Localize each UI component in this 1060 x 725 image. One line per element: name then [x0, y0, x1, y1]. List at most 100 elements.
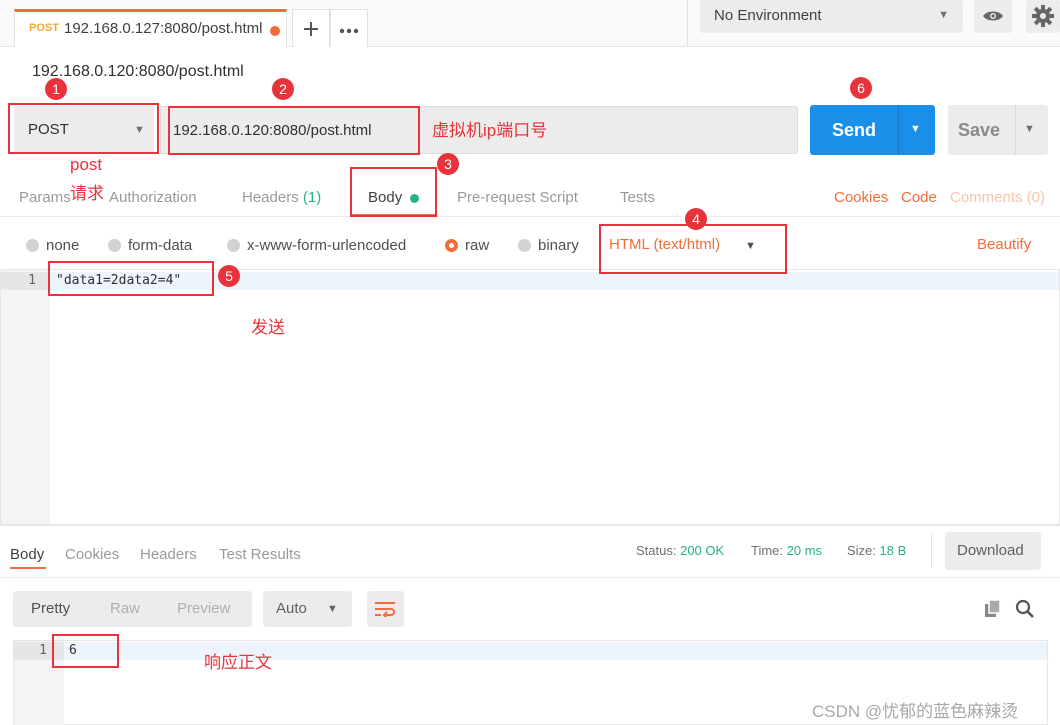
response-tab-headers[interactable]: Headers	[140, 546, 197, 563]
wrap-lines-button[interactable]	[367, 591, 404, 627]
size-readout: Size: 18 B	[847, 543, 906, 558]
annotation-method-note-2: 请求	[70, 184, 104, 203]
status-label: Status:	[636, 543, 677, 558]
environment-value: No Environment	[714, 7, 822, 24]
chevron-down-icon: ▼	[327, 603, 338, 615]
watermark: CSDN @忧郁的蓝色麻辣烫	[812, 702, 1019, 721]
view-raw-button[interactable]: Raw	[110, 600, 140, 617]
radio-urlencoded[interactable]: x-www-form-urlencoded	[227, 237, 406, 254]
send-button[interactable]: Send ▼	[810, 105, 935, 155]
eye-icon	[983, 11, 1003, 21]
annotation-box-content-type	[599, 224, 787, 274]
comments-link[interactable]: Comments (0)	[950, 189, 1045, 206]
line-number-text: 1	[28, 273, 36, 288]
size-value: 18 B	[879, 543, 907, 558]
format-select[interactable]: Auto ▼	[263, 591, 352, 627]
more-tabs-button[interactable]	[330, 9, 368, 47]
tab-tests[interactable]: Tests	[620, 189, 655, 206]
environment-quick-look-button[interactable]	[974, 0, 1012, 33]
annotation-box-body-code	[48, 261, 214, 296]
annotation-send-note: 发送	[251, 318, 285, 337]
download-button[interactable]: Download	[945, 532, 1041, 570]
new-tab-button[interactable]	[292, 9, 330, 47]
radio-none-label: none	[46, 237, 80, 254]
radio-raw-label: raw	[465, 237, 490, 254]
download-label: Download	[957, 542, 1024, 559]
cookies-link[interactable]: Cookies	[834, 189, 888, 206]
header-divider	[687, 0, 688, 46]
time-value: 20 ms	[786, 543, 823, 558]
status-value: 200 OK	[680, 543, 725, 558]
radio-binary-label: binary	[538, 237, 579, 254]
chevron-down-icon[interactable]: ▼	[1024, 123, 1035, 135]
response-line-number-text: 1	[39, 643, 47, 658]
send-label: Send	[832, 120, 877, 140]
annotation-badge-5: 5	[218, 265, 240, 287]
line-number: 1	[1, 272, 50, 290]
annotation-box-body-tab	[350, 167, 437, 217]
annotation-box-response	[52, 634, 119, 668]
radio-form-data-label: form-data	[128, 237, 193, 254]
copy-icon[interactable]	[983, 599, 1003, 619]
wrap-lines-icon	[375, 602, 395, 617]
search-icon[interactable]	[1015, 599, 1035, 619]
response-tab-test-results[interactable]: Test Results	[219, 546, 301, 563]
save-button[interactable]: Save ▼	[948, 105, 1048, 155]
chevron-down-icon[interactable]: ▼	[910, 123, 921, 135]
response-divider	[0, 525, 1060, 526]
time-readout: Time: 20 ms	[751, 543, 822, 558]
response-active-tab-indicator	[10, 567, 46, 569]
response-tab-cookies[interactable]: Cookies	[65, 546, 119, 563]
ellipsis-icon	[339, 28, 359, 34]
annotation-url-note: 虚拟机ip端口号	[432, 121, 548, 140]
annotation-badge-4: 4	[685, 208, 707, 230]
annotation-badge-1: 1	[45, 78, 67, 100]
time-label: Time:	[751, 543, 784, 558]
code-link[interactable]: Code	[901, 189, 937, 206]
annotation-method-note-1: post	[70, 155, 103, 174]
size-label: Size:	[847, 543, 876, 558]
save-separator	[1015, 105, 1016, 155]
tab-prerequest-script[interactable]: Pre-request Script	[457, 189, 578, 206]
chevron-down-icon: ▼	[938, 9, 949, 21]
format-value: Auto	[276, 600, 307, 617]
environment-select[interactable]: No Environment ▼	[700, 0, 963, 33]
radio-urlencoded-label: x-www-form-urlencoded	[247, 237, 407, 254]
response-tab-body[interactable]: Body	[10, 546, 44, 563]
response-tabs-divider	[0, 577, 1060, 578]
send-separator	[898, 105, 899, 155]
view-pretty-button[interactable]: Pretty	[31, 600, 70, 617]
radio-circle-icon	[26, 239, 39, 252]
request-title: 192.168.0.120:8080/post.html	[32, 63, 244, 80]
radio-raw[interactable]: raw	[445, 237, 489, 254]
annotation-response-note: 响应正文	[204, 653, 272, 672]
radio-form-data[interactable]: form-data	[108, 237, 192, 254]
plus-icon	[304, 22, 318, 36]
annotation-box-method	[8, 103, 159, 154]
annotation-badge-2: 2	[272, 78, 294, 100]
editor-gutter	[1, 270, 50, 524]
tab-url: 192.168.0.127:8080/post.html	[64, 20, 263, 37]
annotation-badge-3: 3	[437, 153, 459, 175]
tab-headers-label: Headers	[242, 189, 299, 206]
radio-binary[interactable]: binary	[518, 237, 579, 254]
beautify-link[interactable]: Beautify	[977, 236, 1031, 253]
request-tab[interactable]: POST 192.168.0.127:8080/post.html	[14, 9, 287, 47]
unsaved-dot-icon	[270, 26, 280, 36]
meta-divider	[931, 534, 932, 568]
radio-none[interactable]: none	[26, 237, 79, 254]
radio-selected-icon	[445, 239, 458, 252]
tab-method: POST	[29, 22, 59, 34]
save-label: Save	[958, 120, 1001, 140]
gear-icon	[1032, 5, 1054, 27]
status-readout: Status: 200 OK	[636, 543, 724, 558]
settings-button[interactable]	[1026, 0, 1060, 33]
request-body-editor[interactable]	[0, 269, 1060, 525]
tab-params[interactable]: Params	[19, 189, 71, 206]
tab-authorization[interactable]: Authorization	[109, 189, 197, 206]
tab-headers[interactable]: Headers (1)	[242, 189, 321, 206]
radio-circle-icon	[227, 239, 240, 252]
annotation-box-url	[168, 106, 420, 155]
radio-circle-icon	[518, 239, 531, 252]
view-preview-button[interactable]: Preview	[177, 600, 230, 617]
